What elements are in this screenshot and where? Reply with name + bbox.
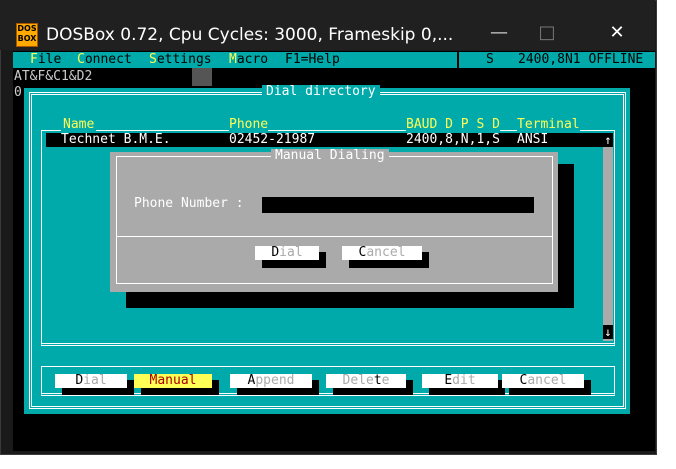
minimize-button[interactable]: — — [476, 22, 522, 43]
menu-help[interactable]: F1=Help — [285, 53, 340, 67]
window-title: DOSBox 0.72, Cpu Cycles: 3000, Frameskip… — [46, 25, 454, 45]
table-row[interactable]: Technet B.M.E. 02452-21987 2400,8,N,1,S … — [46, 133, 604, 147]
phone-number-label: Phone Number : — [134, 196, 244, 211]
scrollbar-track[interactable] — [603, 133, 613, 341]
terminal-line-2: 0 — [14, 85, 22, 100]
delete-button[interactable]: Delete — [326, 374, 406, 388]
scroll-up-icon[interactable]: ↑ — [603, 133, 613, 147]
menu-file[interactable]: File — [30, 53, 61, 67]
maximize-button[interactable]: □ — [524, 22, 570, 43]
col-name: Name — [61, 117, 97, 132]
phone-number-input[interactable] — [262, 197, 534, 213]
icon-text-top: DOS — [17, 24, 37, 33]
scroll-down-icon[interactable]: ↓ — [603, 325, 613, 339]
dialog-divider — [116, 236, 553, 237]
manual-button[interactable]: Manual — [134, 374, 212, 388]
col-terminal: Terminal — [517, 117, 580, 132]
status-divider — [457, 52, 459, 68]
col-phone: Phone — [229, 117, 269, 132]
manual-dialing-frame — [116, 156, 553, 284]
terminal-line-1: AT&F&C1&D2 — [14, 69, 93, 84]
append-button[interactable]: Append — [230, 374, 312, 388]
menu-settings[interactable]: Settings — [149, 53, 212, 67]
dial-button[interactable]: Dial — [55, 374, 127, 388]
edit-button[interactable]: Edit — [422, 374, 498, 388]
row-phone: 02452-21987 — [229, 132, 316, 147]
dialog-cancel-button[interactable]: Cancel — [342, 246, 422, 260]
dosbox-app-icon: DOS BOX — [16, 23, 38, 47]
status-line: 2400,8N1 OFFLINE — [518, 52, 644, 67]
manual-dialing-title: Manual Dialing — [271, 149, 389, 163]
row-terminal: ANSI — [517, 132, 549, 147]
dial-directory-title: Dial directory — [262, 85, 380, 99]
close-button[interactable]: ✕ — [594, 22, 640, 43]
dialog-dial-button[interactable]: Dial — [255, 246, 319, 260]
icon-text-bottom: BOX — [17, 34, 37, 43]
status-s: S — [486, 52, 494, 67]
cursor-block — [192, 68, 212, 86]
row-name: Technet B.M.E. — [61, 132, 171, 147]
menu-macro[interactable]: Macro — [229, 53, 268, 67]
row-settings: 2400,8,N,1,S — [406, 132, 500, 147]
cancel-button[interactable]: Cancel — [502, 374, 584, 388]
menu-connect[interactable]: Connect — [77, 53, 132, 67]
col-baud: BAUD D P S D — [406, 117, 500, 132]
